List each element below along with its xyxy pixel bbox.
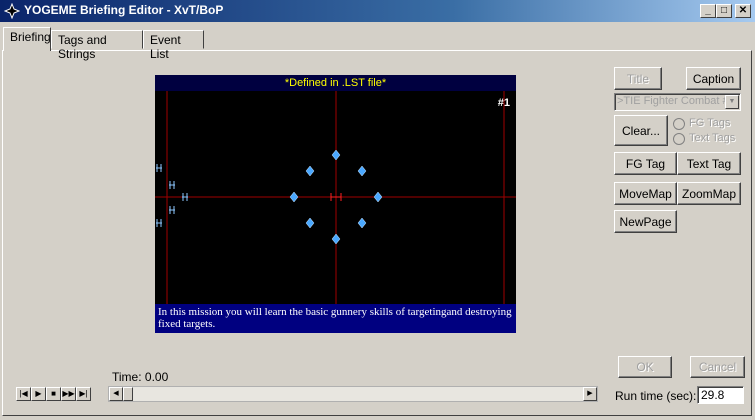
last-frame-button[interactable]: ▶| [76,387,91,401]
fg-tags-radio[interactable] [673,118,685,130]
target-marker [373,191,383,203]
fighter-marker [182,193,188,201]
title-bar: YOGEME Briefing Editor - XvT/BoP _ □ ✕ [0,0,755,22]
target-marker [289,191,299,203]
target-marker [305,217,315,229]
zoommap-button[interactable]: ZoomMap [677,182,741,205]
text-tag-button[interactable]: Text Tag [677,152,741,175]
page-number: #1 [497,97,510,109]
scroll-right-icon[interactable]: ▶ [583,387,597,401]
fg-select[interactable]: >TIE Fighter Combat # ▼ [614,93,741,111]
fighter-marker [169,206,175,214]
app-icon [4,3,20,19]
briefing-map[interactable]: *Defined in .LST file* #1 In this missio… [155,75,516,333]
ok-button[interactable]: OK [618,356,672,378]
cancel-button[interactable]: Cancel [690,356,745,378]
close-button[interactable]: ✕ [735,4,751,18]
fighter-marker [156,219,162,227]
target-marker [357,165,367,177]
clear-button[interactable]: Clear... [614,115,668,146]
fg-select-value: >TIE Fighter Combat # [617,95,725,107]
tab-event-list[interactable]: Event List [143,30,204,61]
minimize-button[interactable]: _ [700,4,716,18]
timeline-thumb[interactable] [123,387,133,401]
maximize-button[interactable]: □ [716,4,732,18]
playback-controls: |◀ ▶ ■ ▶▶ ▶| [16,387,96,401]
fg-tag-button[interactable]: FG Tag [614,152,677,175]
caption-button[interactable]: Caption [686,67,741,90]
window-title: YOGEME Briefing Editor - XvT/BoP [24,3,224,17]
fighter-marker [169,181,175,189]
target-marker [331,149,341,161]
movemap-button[interactable]: MoveMap [614,182,677,205]
run-time-label: Run time (sec): [615,389,697,403]
map-canvas[interactable] [155,75,516,333]
time-label: Time: 0.00 [112,370,169,384]
fighter-marker [156,164,162,172]
scroll-left-icon[interactable]: ◀ [109,387,123,401]
tab-tags-and-strings[interactable]: Tags and Strings [51,30,143,61]
run-time-input[interactable]: 29.8 [697,386,744,404]
fast-forward-button[interactable]: ▶▶ [61,387,76,401]
map-header-text: *Defined in .LST file* [155,75,516,91]
stop-button[interactable]: ■ [46,387,61,401]
play-button[interactable]: ▶ [31,387,46,401]
tab-briefing[interactable]: Briefing [3,27,51,51]
chevron-down-icon[interactable]: ▼ [725,95,739,109]
target-marker [305,165,315,177]
fg-tags-label: FG Tags [689,117,731,129]
run-time-value: 29.8 [701,388,725,402]
newpage-button[interactable]: NewPage [614,210,677,233]
text-tags-radio[interactable] [673,133,685,145]
text-tags-label: Text Tags [689,132,736,144]
map-caption: In this mission you will learn the basic… [155,304,516,333]
title-button[interactable]: Title [614,67,662,90]
target-marker [357,217,367,229]
target-marker [331,233,341,245]
first-frame-button[interactable]: |◀ [16,387,31,401]
timeline-scrollbar[interactable]: ◀ ▶ [108,386,598,402]
